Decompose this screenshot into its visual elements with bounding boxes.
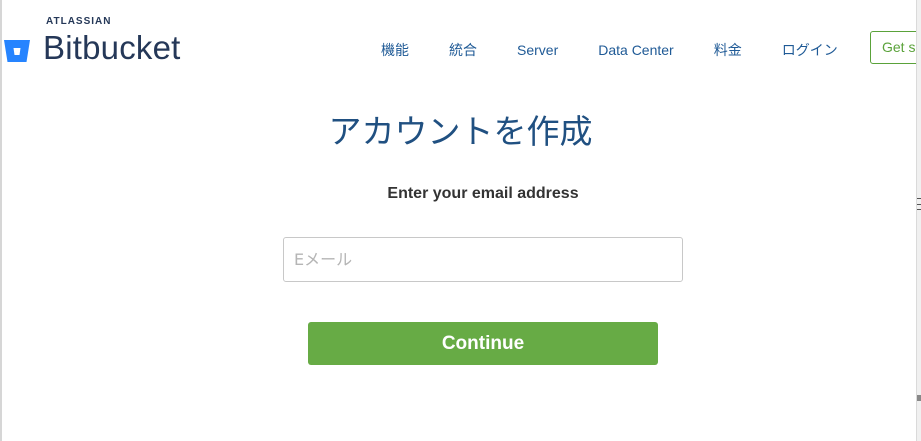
scrollbar-bottom-marker [917, 395, 921, 401]
page-title: アカウントを作成 [328, 112, 593, 151]
browser-viewport: ATLASSIAN Bitbucket 機能 統合 Server Data Ce… [0, 0, 921, 441]
nav-integrations[interactable]: 統合 [449, 40, 477, 60]
scrollbar-grip-icon [917, 198, 921, 210]
nav-login[interactable]: ログイン [782, 40, 838, 60]
get-started-button[interactable]: Get s [870, 31, 921, 64]
email-field[interactable] [283, 237, 683, 282]
nav-server[interactable]: Server [517, 42, 558, 58]
site-header: ATLASSIAN Bitbucket 機能 統合 Server Data Ce… [0, 0, 921, 90]
nav-features[interactable]: 機能 [381, 40, 409, 60]
nav-pricing[interactable]: 料金 [714, 40, 742, 60]
vertical-scrollbar[interactable] [916, 0, 921, 441]
atlassian-wordmark: ATLASSIAN [46, 16, 112, 27]
bitbucket-logo[interactable]: ATLASSIAN Bitbucket [3, 14, 213, 70]
continue-button[interactable]: Continue [308, 322, 658, 365]
email-prompt-label: Enter your email address [387, 185, 579, 202]
top-navigation: 機能 統合 Server Data Center 料金 ログイン [381, 40, 838, 60]
bitbucket-wordmark: Bitbucket [43, 29, 181, 66]
nav-data-center[interactable]: Data Center [598, 42, 673, 58]
bitbucket-bucket-icon [4, 40, 30, 62]
